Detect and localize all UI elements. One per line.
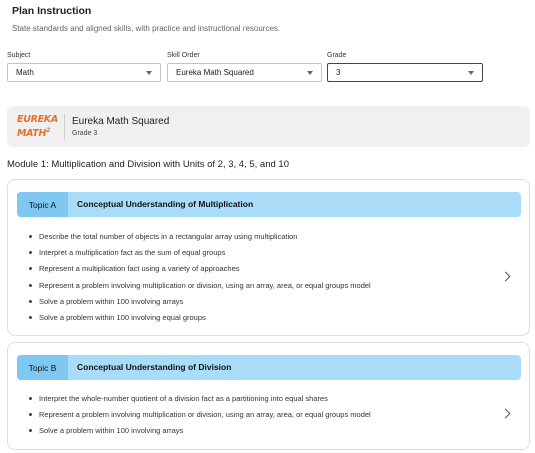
skill-item: Represent a multiplication fact using a …	[28, 263, 371, 279]
subject-label: Subject	[7, 52, 31, 59]
skill-item: Interpret a multiplication fact as the s…	[28, 247, 371, 263]
skill-order-field: Skill Order Eureka Math Squared	[167, 52, 322, 82]
topic-header: Topic A Conceptual Understanding of Mult…	[17, 192, 521, 217]
subject-select[interactable]: Math	[7, 63, 161, 82]
caret-down-icon	[468, 71, 474, 75]
topic-tag: Topic A	[17, 192, 68, 217]
skill-item: Interpret the whole-number quotient of a…	[28, 393, 371, 409]
divider	[64, 114, 65, 140]
grade-value: 3	[336, 68, 341, 77]
page-subtitle: State standards and aligned skills, with…	[12, 24, 281, 33]
eureka-math-logo: EUREKA MATH2	[17, 114, 58, 140]
subject-field: Subject Math	[7, 52, 161, 82]
topic-title: Conceptual Understanding of Multiplicati…	[77, 199, 254, 209]
program-name: Eureka Math Squared	[72, 116, 170, 127]
chevron-right-icon[interactable]	[500, 271, 511, 282]
skill-list: Interpret the whole-number quotient of a…	[28, 393, 371, 442]
skill-list: Describe the total number of objects in …	[28, 231, 371, 328]
grade-select[interactable]: 3	[327, 63, 483, 82]
topic-tag: Topic B	[17, 355, 68, 380]
topic-card-a[interactable]: Topic A Conceptual Understanding of Mult…	[7, 179, 530, 336]
skill-item: Solve a problem within 100 involving arr…	[28, 425, 371, 441]
skill-order-select[interactable]: Eureka Math Squared	[167, 63, 322, 82]
skill-order-label: Skill Order	[167, 52, 200, 59]
program-grade: Grade 3	[72, 130, 98, 137]
grade-field: Grade 3	[327, 52, 483, 82]
module-title: Module 1: Multiplication and Division wi…	[7, 159, 289, 170]
skill-order-value: Eureka Math Squared	[176, 68, 254, 77]
page-title: Plan Instruction	[12, 5, 92, 17]
caret-down-icon	[146, 71, 152, 75]
subject-value: Math	[16, 68, 34, 77]
topic-card-b[interactable]: Topic B Conceptual Understanding of Divi…	[7, 342, 530, 450]
program-card: EUREKA MATH2 Eureka Math Squared Grade 3	[7, 106, 530, 147]
grade-label: Grade	[327, 52, 347, 59]
chevron-right-icon[interactable]	[500, 408, 511, 419]
skill-item: Represent a problem involving multiplica…	[28, 280, 371, 296]
topic-header: Topic B Conceptual Understanding of Divi…	[17, 355, 521, 380]
topic-title: Conceptual Understanding of Division	[77, 362, 232, 372]
skill-item: Describe the total number of objects in …	[28, 231, 371, 247]
skill-item: Solve a problem within 100 involving equ…	[28, 312, 371, 328]
skill-item: Solve a problem within 100 involving arr…	[28, 296, 371, 312]
skill-item: Represent a problem involving multiplica…	[28, 409, 371, 425]
caret-down-icon	[307, 71, 313, 75]
